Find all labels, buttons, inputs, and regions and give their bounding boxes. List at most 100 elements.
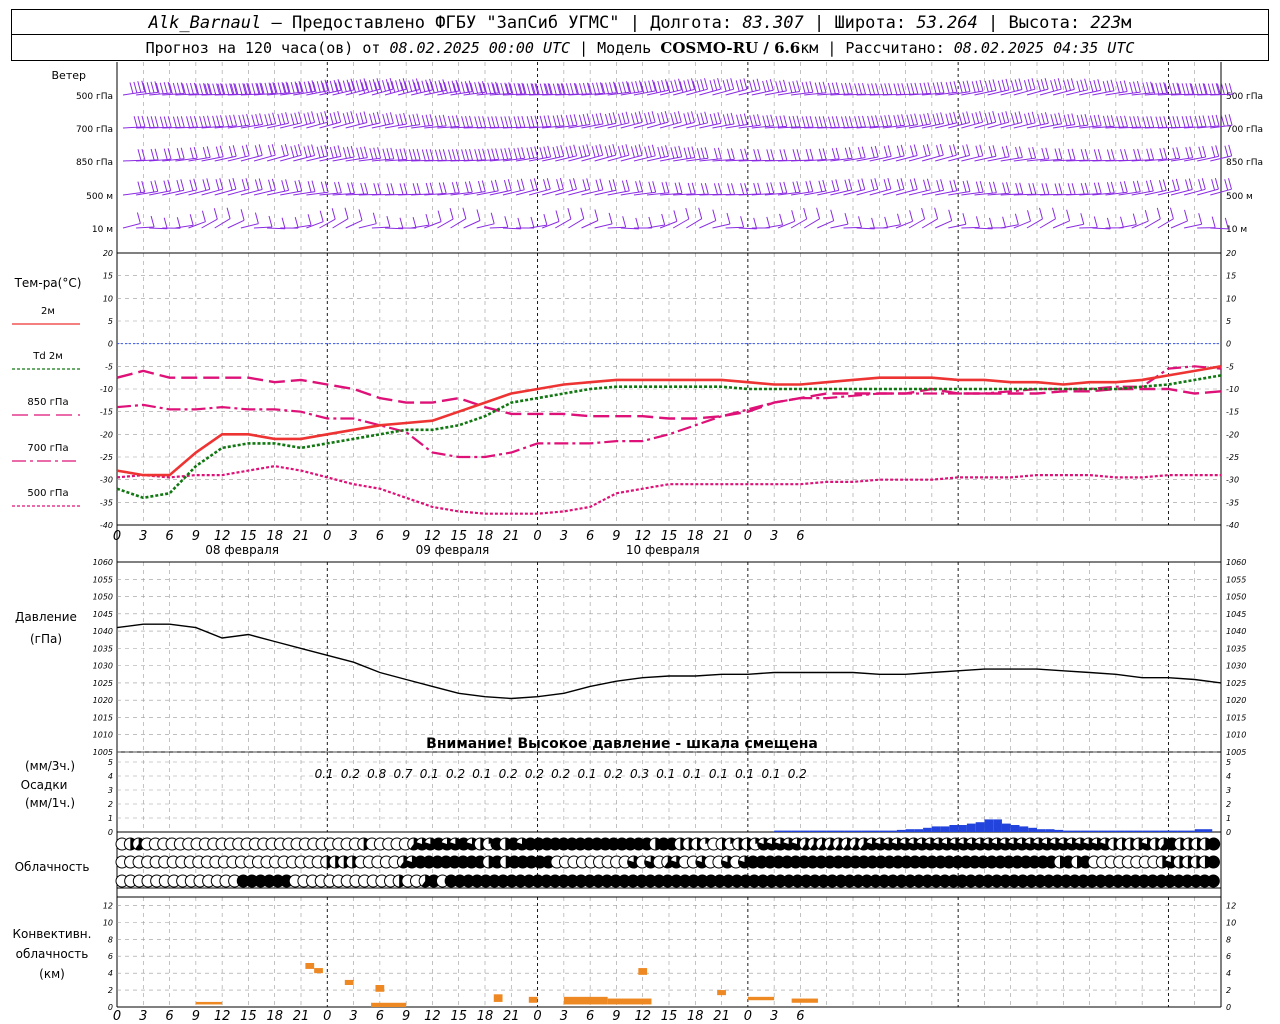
temp-tick-right: -20	[1226, 430, 1239, 439]
precip-tick-right: 2	[1226, 800, 1231, 809]
temp-tick-right: -5	[1226, 362, 1234, 371]
precip-bar	[1037, 829, 1046, 832]
conv-tick-right: 10	[1226, 918, 1236, 927]
temp-tick-right: 5	[1226, 317, 1231, 326]
temp-tick-left: 0	[108, 340, 113, 349]
cloud-title: Облачность	[15, 860, 90, 874]
precip-bar	[1063, 830, 1073, 832]
temp-tick-left: 10	[103, 294, 113, 303]
precip-bar	[984, 819, 994, 832]
precip-bar	[905, 829, 915, 832]
x-tick-label: 0	[744, 529, 752, 544]
precip-tick-left: 1	[108, 814, 113, 823]
precip-bar	[1203, 829, 1213, 832]
precip-3h-total: 0.8	[367, 767, 386, 781]
precip-bar	[1001, 823, 1011, 832]
precip-bar	[1028, 827, 1037, 832]
x-tick-label: 15	[240, 529, 257, 544]
precip-3h-total: 0.1	[683, 767, 702, 781]
precip-bar	[888, 830, 897, 832]
precip-bar	[1107, 830, 1116, 832]
cloud-fill-full	[1207, 838, 1220, 850]
conv-segment	[375, 985, 385, 992]
precip-3h-total: 0.1	[735, 767, 754, 781]
wind-level-label-right: 500 гПа	[1226, 92, 1263, 102]
wind-barb	[463, 209, 481, 229]
precip-tick-left: 0	[108, 828, 113, 837]
temp-tick-right: 20	[1226, 249, 1236, 258]
conv-tick-left: 0	[108, 1003, 113, 1012]
precip-bar	[949, 825, 959, 832]
x-tick-label: 9	[612, 1009, 620, 1024]
t850-line	[116, 369, 1222, 420]
wind-level-label-right: 850 гПа	[1226, 158, 1263, 168]
pressure-tick-right: 1015	[1226, 713, 1246, 722]
x-tick-label: 0	[113, 529, 121, 544]
x-tick-label: 3	[560, 1009, 568, 1024]
x-tick-label: 3	[139, 529, 147, 544]
x-tick-label: 15	[450, 1009, 467, 1024]
precip-bar	[1054, 829, 1064, 832]
conv-segment	[195, 1001, 223, 1005]
precip-3h-total: 0.2	[604, 767, 623, 781]
pressure-tick-right: 1025	[1226, 679, 1246, 688]
precip-tick-left: 5	[108, 758, 113, 767]
conv-label-1: Конвективн.	[13, 927, 92, 941]
temp-title: Тем-ра(°C)	[14, 276, 82, 290]
conv-segment	[607, 998, 652, 1005]
temp-tick-left: -30	[100, 476, 113, 485]
x-tick-label: 21	[713, 1009, 730, 1024]
x-tick-label: 18	[687, 1009, 704, 1024]
conv-segment	[638, 968, 648, 975]
temp-tick-right: 10	[1226, 294, 1236, 303]
temp-legend-label: 2м	[41, 306, 55, 317]
precip-bar	[774, 830, 783, 832]
x-tick-label: 6	[586, 1009, 594, 1024]
temp-tick-left: 20	[103, 249, 113, 258]
x-tick-label: 12	[214, 529, 231, 544]
precip-3h-total: 0.2	[499, 767, 518, 781]
precip-bar	[1177, 830, 1186, 832]
convective-panel: 12 12 10 10 8 8 6 6 4 4 2 2 0 0	[103, 901, 1236, 1012]
conv-segment	[791, 998, 818, 1003]
pressure-tick-left: 1045	[93, 610, 113, 619]
cloudiness-panel	[115, 837, 1221, 888]
precip-tick-left: 3	[108, 786, 113, 795]
temp-tick-left: -40	[100, 521, 113, 530]
precip-3h-total: 0.1	[315, 767, 334, 781]
conv-tick-right: 12	[1226, 901, 1236, 910]
x-tick-label: 9	[402, 529, 410, 544]
pressure-tick-left: 1005	[93, 748, 113, 757]
x-tick-label: 3	[139, 1009, 147, 1024]
precip-bar	[1159, 830, 1169, 832]
precip-bar	[1150, 830, 1160, 832]
x-tick-label: 21	[713, 529, 730, 544]
x-tick-label: 3	[770, 529, 778, 544]
precip-3h-total: 0.1	[709, 767, 728, 781]
x-tick-label: 0	[533, 529, 541, 544]
x-tick-label: 21	[503, 1009, 520, 1024]
conv-segment	[493, 994, 503, 1002]
x-tick-label: 9	[192, 529, 200, 544]
precip-bar	[800, 830, 810, 832]
precip-3h-total: 0.1	[577, 767, 596, 781]
x-tick-label: 6	[796, 1009, 804, 1024]
x-tick-label: 18	[687, 529, 704, 544]
temp-tick-right: -30	[1226, 476, 1239, 485]
x-tick-label: 6	[165, 529, 173, 544]
wind-barb	[1183, 213, 1203, 229]
pressure-tick-right: 1050	[1226, 593, 1246, 602]
conv-tick-right: 0	[1226, 1003, 1231, 1012]
x-tick-label: 9	[402, 1009, 410, 1024]
temp-legend-label: 850 гПа	[27, 397, 68, 408]
pressure-tick-left: 1015	[93, 713, 113, 722]
x-tick-label: 0	[744, 1009, 752, 1024]
precip-bar	[870, 830, 880, 832]
wind-barb	[934, 209, 953, 229]
precip-bar	[1019, 826, 1029, 832]
x-tick-label: 3	[560, 529, 568, 544]
x-tick-label: 3	[770, 1009, 778, 1024]
pressure-tick-left: 1040	[93, 627, 113, 636]
precip-tick-right: 5	[1226, 758, 1231, 767]
precip-bar	[1168, 830, 1178, 832]
